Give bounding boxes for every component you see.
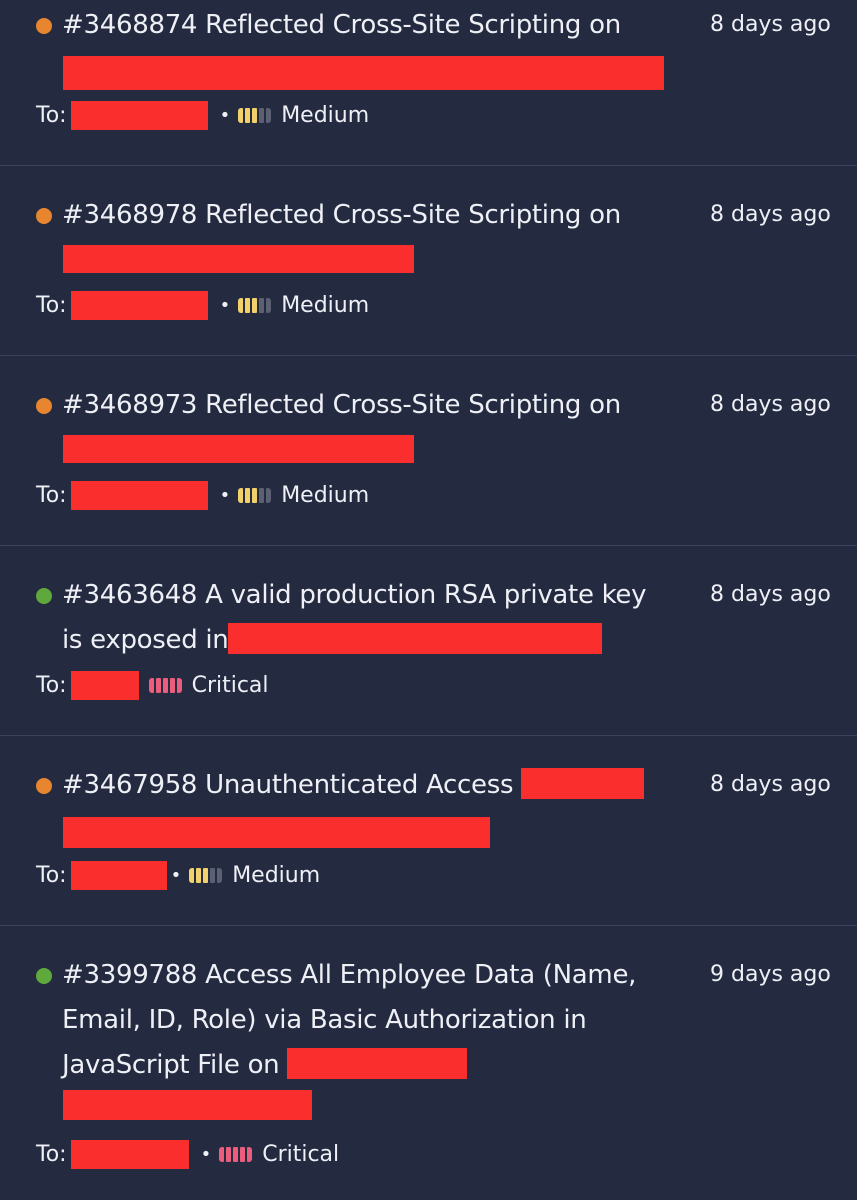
report-item[interactable]: #3468874 Reflected Cross-Site Scripting … [0,0,857,166]
redacted-title-text [228,623,603,654]
report-meta: To: • Medium [36,480,369,510]
separator-bullet: • [219,104,231,126]
report-meta: To: • Medium [36,100,369,130]
report-meta: To: • Medium [36,290,369,320]
severity-meter-icon [148,677,182,693]
status-dot-icon [36,778,52,794]
severity-label: Critical [191,672,269,698]
report-title-line: #3468874 Reflected Cross-Site Scripting … [62,10,621,40]
severity-meter-icon [219,1146,253,1162]
redacted-recipient [70,1139,189,1169]
report-title-text: #3467958 Unauthenticated Access [62,770,514,800]
redacted-recipient [70,480,208,510]
redacted-recipient [70,860,167,890]
redacted-title-text [287,1048,468,1079]
redacted-recipient [70,290,208,320]
redacted-title-text [63,817,490,848]
report-title[interactable]: #3467958 Unauthenticated Access [62,763,682,808]
severity-label: Medium [281,482,370,508]
report-meta: To: • Critical [36,1139,339,1169]
status-dot-icon [36,208,52,224]
to-label: To: [36,292,67,318]
severity-label: Medium [281,292,370,318]
severity-meter-icon [238,487,272,503]
report-meta: To: • Medium [36,860,320,890]
report-timestamp: 9 days ago [710,962,831,987]
report-title-line: JavaScript File on [62,1043,682,1088]
severity-label: Medium [232,862,321,888]
severity-meter-icon [238,297,272,313]
to-label: To: [36,672,67,698]
report-item[interactable]: #3468978 Reflected Cross-Site Scripting … [0,166,857,356]
to-label: To: [36,1141,67,1167]
report-title-line: Email, ID, Role) via Basic Authorization… [62,1005,587,1035]
status-dot-icon [36,398,52,414]
redacted-title-text [63,56,664,90]
report-item[interactable]: #3467958 Unauthenticated Access 8 days a… [0,736,857,926]
separator-bullet: • [219,484,231,506]
report-item[interactable]: #3399788 Access All Employee Data (Name,… [0,926,857,1200]
report-title[interactable]: #3463648 A valid production RSA private … [62,573,682,663]
report-timestamp: 8 days ago [710,582,831,607]
report-item[interactable]: #3463648 A valid production RSA private … [0,546,857,736]
severity-label: Critical [262,1141,340,1167]
report-title-text: JavaScript File on [62,1050,280,1080]
report-title-line: #3463648 A valid production RSA private … [62,580,647,610]
report-title-text: is exposed in [62,625,229,655]
status-dot-icon [36,968,52,984]
status-dot-icon [36,588,52,604]
separator-bullet: • [170,864,182,886]
report-meta: To: Critical [36,670,269,700]
redacted-title-text [63,1090,312,1120]
report-title[interactable]: #3468973 Reflected Cross-Site Scripting … [62,383,682,428]
report-title-line: #3467958 Unauthenticated Access [62,763,682,808]
redacted-recipient [70,100,208,130]
severity-meter-icon [189,867,223,883]
report-title[interactable]: #3468978 Reflected Cross-Site Scripting … [62,193,682,238]
report-title-line: #3468973 Reflected Cross-Site Scripting … [62,390,621,420]
redacted-title-text [63,435,414,463]
to-label: To: [36,482,67,508]
report-title[interactable]: #3468874 Reflected Cross-Site Scripting … [62,3,682,48]
report-title-line: #3468978 Reflected Cross-Site Scripting … [62,200,621,230]
redacted-title-text [521,768,645,799]
severity-meter-icon [238,107,272,123]
report-item[interactable]: #3468973 Reflected Cross-Site Scripting … [0,356,857,546]
report-title-line: is exposed in [62,618,682,663]
report-timestamp: 8 days ago [710,202,831,227]
report-title-line: #3399788 Access All Employee Data (Name, [62,960,637,990]
report-timestamp: 8 days ago [710,392,831,417]
redacted-recipient [70,670,139,700]
report-timestamp: 8 days ago [710,12,831,37]
separator-bullet: • [200,1143,212,1165]
report-list: #3468874 Reflected Cross-Site Scripting … [0,0,857,1200]
to-label: To: [36,102,67,128]
separator-bullet: • [219,294,231,316]
redacted-title-text [63,245,414,273]
status-dot-icon [36,18,52,34]
to-label: To: [36,862,67,888]
report-title[interactable]: #3399788 Access All Employee Data (Name,… [62,953,682,1088]
severity-label: Medium [281,102,370,128]
report-timestamp: 8 days ago [710,772,831,797]
